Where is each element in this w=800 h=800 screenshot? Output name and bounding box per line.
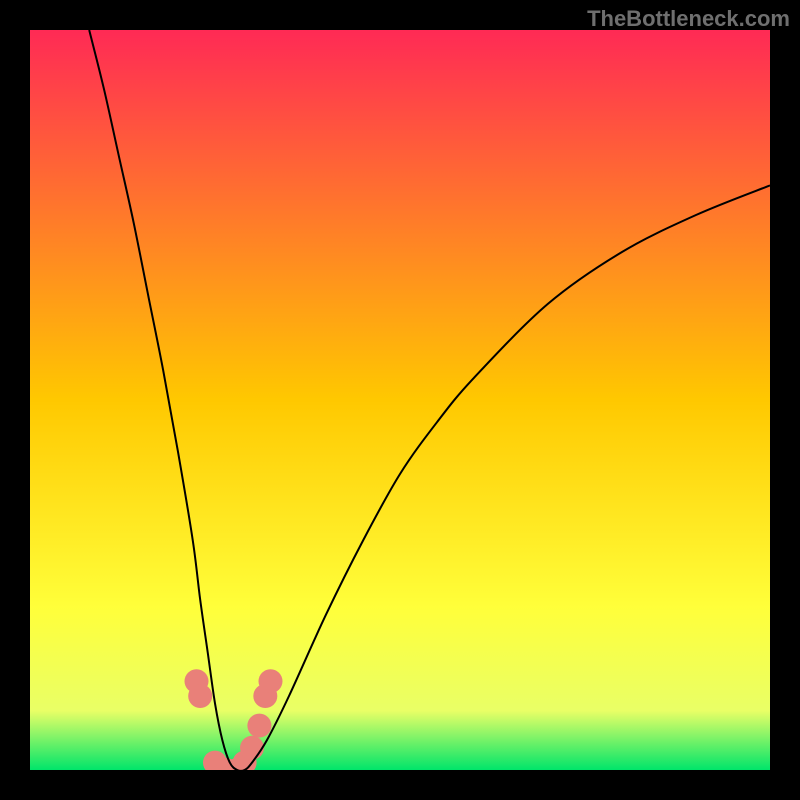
gradient-background	[30, 30, 770, 770]
marker-dot	[259, 669, 283, 693]
outer-frame: TheBottleneck.com	[0, 0, 800, 800]
marker-dot	[247, 714, 271, 738]
watermark-text: TheBottleneck.com	[587, 6, 790, 32]
plot-area	[30, 30, 770, 770]
chart-svg	[30, 30, 770, 770]
marker-dot	[240, 736, 264, 760]
marker-dot	[188, 684, 212, 708]
